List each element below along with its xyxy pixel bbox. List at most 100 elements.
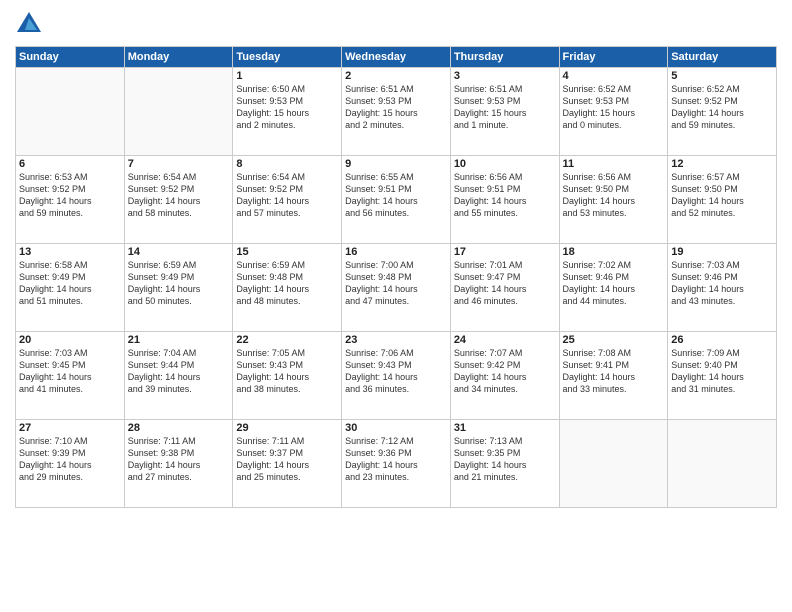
day-number: 5 xyxy=(671,70,773,82)
day-cell: 25Sunrise: 7:08 AM Sunset: 9:41 PM Dayli… xyxy=(559,332,668,420)
day-number: 6 xyxy=(19,158,121,170)
day-info: Sunrise: 6:54 AM Sunset: 9:52 PM Dayligh… xyxy=(236,171,338,220)
day-info: Sunrise: 7:11 AM Sunset: 9:38 PM Dayligh… xyxy=(128,435,230,484)
day-info: Sunrise: 6:51 AM Sunset: 9:53 PM Dayligh… xyxy=(454,83,556,132)
logo xyxy=(15,10,47,38)
day-info: Sunrise: 6:52 AM Sunset: 9:53 PM Dayligh… xyxy=(563,83,665,132)
day-number: 27 xyxy=(19,422,121,434)
weekday-header-monday: Monday xyxy=(124,47,233,68)
day-cell: 20Sunrise: 7:03 AM Sunset: 9:45 PM Dayli… xyxy=(16,332,125,420)
day-number: 3 xyxy=(454,70,556,82)
day-info: Sunrise: 7:09 AM Sunset: 9:40 PM Dayligh… xyxy=(671,347,773,396)
day-cell: 17Sunrise: 7:01 AM Sunset: 9:47 PM Dayli… xyxy=(450,244,559,332)
day-cell: 16Sunrise: 7:00 AM Sunset: 9:48 PM Dayli… xyxy=(342,244,451,332)
day-info: Sunrise: 7:01 AM Sunset: 9:47 PM Dayligh… xyxy=(454,259,556,308)
day-cell: 8Sunrise: 6:54 AM Sunset: 9:52 PM Daylig… xyxy=(233,156,342,244)
day-info: Sunrise: 6:59 AM Sunset: 9:49 PM Dayligh… xyxy=(128,259,230,308)
day-number: 13 xyxy=(19,246,121,258)
day-number: 21 xyxy=(128,334,230,346)
day-cell: 18Sunrise: 7:02 AM Sunset: 9:46 PM Dayli… xyxy=(559,244,668,332)
day-cell: 23Sunrise: 7:06 AM Sunset: 9:43 PM Dayli… xyxy=(342,332,451,420)
day-number: 9 xyxy=(345,158,447,170)
weekday-header-wednesday: Wednesday xyxy=(342,47,451,68)
day-number: 19 xyxy=(671,246,773,258)
day-cell: 22Sunrise: 7:05 AM Sunset: 9:43 PM Dayli… xyxy=(233,332,342,420)
day-info: Sunrise: 6:50 AM Sunset: 9:53 PM Dayligh… xyxy=(236,83,338,132)
day-info: Sunrise: 7:11 AM Sunset: 9:37 PM Dayligh… xyxy=(236,435,338,484)
day-cell: 12Sunrise: 6:57 AM Sunset: 9:50 PM Dayli… xyxy=(668,156,777,244)
logo-icon xyxy=(15,10,43,38)
day-number: 26 xyxy=(671,334,773,346)
header xyxy=(15,10,777,38)
day-cell: 21Sunrise: 7:04 AM Sunset: 9:44 PM Dayli… xyxy=(124,332,233,420)
day-cell: 1Sunrise: 6:50 AM Sunset: 9:53 PM Daylig… xyxy=(233,68,342,156)
day-info: Sunrise: 6:51 AM Sunset: 9:53 PM Dayligh… xyxy=(345,83,447,132)
day-number: 10 xyxy=(454,158,556,170)
calendar-table: SundayMondayTuesdayWednesdayThursdayFrid… xyxy=(15,46,777,508)
day-number: 8 xyxy=(236,158,338,170)
day-cell xyxy=(668,420,777,508)
day-cell: 29Sunrise: 7:11 AM Sunset: 9:37 PM Dayli… xyxy=(233,420,342,508)
day-number: 15 xyxy=(236,246,338,258)
day-number: 30 xyxy=(345,422,447,434)
day-info: Sunrise: 7:08 AM Sunset: 9:41 PM Dayligh… xyxy=(563,347,665,396)
day-info: Sunrise: 6:55 AM Sunset: 9:51 PM Dayligh… xyxy=(345,171,447,220)
day-number: 24 xyxy=(454,334,556,346)
day-cell: 24Sunrise: 7:07 AM Sunset: 9:42 PM Dayli… xyxy=(450,332,559,420)
day-number: 4 xyxy=(563,70,665,82)
day-info: Sunrise: 7:00 AM Sunset: 9:48 PM Dayligh… xyxy=(345,259,447,308)
day-number: 31 xyxy=(454,422,556,434)
day-number: 7 xyxy=(128,158,230,170)
day-number: 14 xyxy=(128,246,230,258)
day-number: 12 xyxy=(671,158,773,170)
weekday-header-saturday: Saturday xyxy=(668,47,777,68)
week-row-2: 6Sunrise: 6:53 AM Sunset: 9:52 PM Daylig… xyxy=(16,156,777,244)
weekday-header-sunday: Sunday xyxy=(16,47,125,68)
day-info: Sunrise: 6:52 AM Sunset: 9:52 PM Dayligh… xyxy=(671,83,773,132)
day-cell: 9Sunrise: 6:55 AM Sunset: 9:51 PM Daylig… xyxy=(342,156,451,244)
weekday-header-row: SundayMondayTuesdayWednesdayThursdayFrid… xyxy=(16,47,777,68)
day-number: 20 xyxy=(19,334,121,346)
day-cell: 11Sunrise: 6:56 AM Sunset: 9:50 PM Dayli… xyxy=(559,156,668,244)
day-number: 29 xyxy=(236,422,338,434)
day-number: 17 xyxy=(454,246,556,258)
day-cell: 15Sunrise: 6:59 AM Sunset: 9:48 PM Dayli… xyxy=(233,244,342,332)
day-cell: 10Sunrise: 6:56 AM Sunset: 9:51 PM Dayli… xyxy=(450,156,559,244)
day-info: Sunrise: 6:53 AM Sunset: 9:52 PM Dayligh… xyxy=(19,171,121,220)
day-info: Sunrise: 7:03 AM Sunset: 9:45 PM Dayligh… xyxy=(19,347,121,396)
day-cell: 28Sunrise: 7:11 AM Sunset: 9:38 PM Dayli… xyxy=(124,420,233,508)
day-cell xyxy=(559,420,668,508)
day-cell: 5Sunrise: 6:52 AM Sunset: 9:52 PM Daylig… xyxy=(668,68,777,156)
day-info: Sunrise: 6:59 AM Sunset: 9:48 PM Dayligh… xyxy=(236,259,338,308)
day-info: Sunrise: 7:07 AM Sunset: 9:42 PM Dayligh… xyxy=(454,347,556,396)
week-row-3: 13Sunrise: 6:58 AM Sunset: 9:49 PM Dayli… xyxy=(16,244,777,332)
day-cell xyxy=(124,68,233,156)
day-info: Sunrise: 6:54 AM Sunset: 9:52 PM Dayligh… xyxy=(128,171,230,220)
day-cell: 2Sunrise: 6:51 AM Sunset: 9:53 PM Daylig… xyxy=(342,68,451,156)
day-info: Sunrise: 7:04 AM Sunset: 9:44 PM Dayligh… xyxy=(128,347,230,396)
day-info: Sunrise: 7:03 AM Sunset: 9:46 PM Dayligh… xyxy=(671,259,773,308)
day-number: 18 xyxy=(563,246,665,258)
day-info: Sunrise: 7:02 AM Sunset: 9:46 PM Dayligh… xyxy=(563,259,665,308)
day-number: 22 xyxy=(236,334,338,346)
day-number: 1 xyxy=(236,70,338,82)
day-number: 23 xyxy=(345,334,447,346)
week-row-4: 20Sunrise: 7:03 AM Sunset: 9:45 PM Dayli… xyxy=(16,332,777,420)
day-info: Sunrise: 7:12 AM Sunset: 9:36 PM Dayligh… xyxy=(345,435,447,484)
weekday-header-thursday: Thursday xyxy=(450,47,559,68)
day-cell: 13Sunrise: 6:58 AM Sunset: 9:49 PM Dayli… xyxy=(16,244,125,332)
day-cell: 6Sunrise: 6:53 AM Sunset: 9:52 PM Daylig… xyxy=(16,156,125,244)
day-number: 11 xyxy=(563,158,665,170)
weekday-header-tuesday: Tuesday xyxy=(233,47,342,68)
day-info: Sunrise: 6:57 AM Sunset: 9:50 PM Dayligh… xyxy=(671,171,773,220)
day-cell: 19Sunrise: 7:03 AM Sunset: 9:46 PM Dayli… xyxy=(668,244,777,332)
day-cell: 14Sunrise: 6:59 AM Sunset: 9:49 PM Dayli… xyxy=(124,244,233,332)
day-number: 28 xyxy=(128,422,230,434)
day-info: Sunrise: 6:58 AM Sunset: 9:49 PM Dayligh… xyxy=(19,259,121,308)
day-info: Sunrise: 6:56 AM Sunset: 9:50 PM Dayligh… xyxy=(563,171,665,220)
day-info: Sunrise: 7:05 AM Sunset: 9:43 PM Dayligh… xyxy=(236,347,338,396)
page: SundayMondayTuesdayWednesdayThursdayFrid… xyxy=(0,0,792,612)
day-cell: 30Sunrise: 7:12 AM Sunset: 9:36 PM Dayli… xyxy=(342,420,451,508)
day-info: Sunrise: 7:06 AM Sunset: 9:43 PM Dayligh… xyxy=(345,347,447,396)
day-info: Sunrise: 7:10 AM Sunset: 9:39 PM Dayligh… xyxy=(19,435,121,484)
